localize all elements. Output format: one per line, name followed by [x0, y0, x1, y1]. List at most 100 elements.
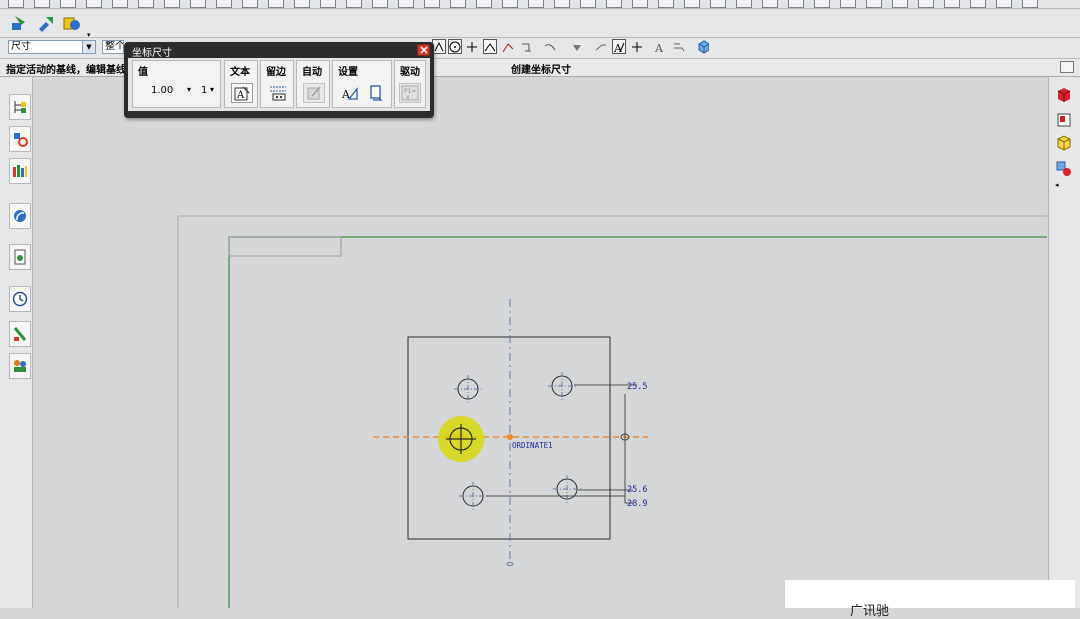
model-view-cube-icon[interactable]	[696, 39, 710, 54]
text-editor-button[interactable]: A	[231, 83, 253, 103]
toolbar-mini-icon[interactable]	[684, 0, 700, 8]
toolbar-mini-icon[interactable]	[814, 0, 830, 8]
selection-scope-select[interactable]: 整个	[102, 40, 124, 54]
toolbar-mini-icon[interactable]	[86, 0, 102, 8]
toolbar-mini-icon[interactable]	[190, 0, 206, 8]
part-navigator-icon[interactable]	[9, 126, 31, 152]
toolbar-mini-icon[interactable]	[736, 0, 752, 8]
toolbar-mini-icon[interactable]	[944, 0, 960, 8]
drawing-canvas[interactable]: 25.5 25.6 28.9 ORDINATE1	[33, 77, 1047, 608]
leader-icon[interactable]	[594, 39, 608, 54]
curve-type-icon[interactable]	[543, 39, 557, 54]
baseline-origin-point	[507, 434, 513, 440]
toolbar-mini-icon[interactable]	[216, 0, 232, 8]
snap-center-icon[interactable]	[448, 39, 462, 54]
assembly-navigator-icon[interactable]	[9, 94, 31, 120]
reuse-library-icon[interactable]	[9, 203, 31, 229]
dim-label-28-9[interactable]: 28.9	[627, 499, 647, 509]
toolbar-mini-icon[interactable]	[866, 0, 882, 8]
projected-view-icon[interactable]	[36, 13, 56, 33]
group-text-label: 文本	[230, 67, 250, 78]
close-icon[interactable]	[417, 44, 430, 56]
toolbar-mini-icon[interactable]	[658, 0, 674, 8]
roles-palette-icon[interactable]	[9, 158, 31, 184]
history-icon[interactable]	[9, 286, 31, 312]
toolbar-mini-icon[interactable]	[528, 0, 544, 8]
toolbar-row-1	[0, 0, 1080, 9]
dim-label-25-5[interactable]: 25.5	[627, 382, 647, 392]
snap-angle-icon[interactable]	[501, 39, 515, 54]
toolbar-mini-icon[interactable]	[892, 0, 908, 8]
sheet-icon[interactable]	[1054, 110, 1074, 130]
toolbar-mini-icon[interactable]	[34, 0, 50, 8]
view-cube-icon[interactable]	[1054, 133, 1074, 153]
toolbar-mini-icon[interactable]	[970, 0, 986, 8]
toolbar-mini-icon[interactable]	[346, 0, 362, 8]
web-browser-icon[interactable]	[9, 244, 31, 270]
process-studio-icon[interactable]	[9, 321, 31, 347]
toolbar-row-2: ▾	[0, 9, 1080, 39]
toolbar-mini-icon[interactable]	[450, 0, 466, 8]
snap-endpoint-icon[interactable]	[432, 39, 446, 54]
reset-settings-button[interactable]	[365, 83, 387, 103]
left-resource-bar	[0, 77, 33, 608]
toolbar-mini-icon[interactable]	[424, 0, 440, 8]
settings-cubes-icon[interactable]	[1054, 159, 1074, 179]
detail-view-icon[interactable]	[61, 13, 81, 33]
toolbar-mini-icon[interactable]	[268, 0, 284, 8]
dimension-filter-select[interactable]: 尺寸 ▼	[8, 40, 96, 54]
value-precision[interactable]: 1.00	[151, 85, 173, 96]
text-style-icon[interactable]: A	[612, 39, 626, 54]
toolbar-mini-icon[interactable]	[788, 0, 804, 8]
render-cube-icon[interactable]	[1054, 85, 1074, 105]
toolbar-mini-icon[interactable]	[112, 0, 128, 8]
toolbar-mini-icon[interactable]	[138, 0, 154, 8]
toolbar-mini-icon[interactable]	[1022, 0, 1038, 8]
toolbar-mini-icon[interactable]	[242, 0, 258, 8]
group-margin: 留边	[260, 60, 294, 108]
ordinate-dimension-popup[interactable]: 坐标尺寸 值 1.00 ▾ 1 ▾ 文本 A 留边 自动 设置 A 驱动 P1=…	[124, 42, 434, 118]
auto-placement-button[interactable]	[303, 83, 325, 103]
toolbar-mini-icon[interactable]	[580, 0, 596, 8]
toolbar-mini-icon[interactable]	[372, 0, 388, 8]
value-precision-dropdown-icon[interactable]: ▾	[187, 85, 191, 94]
crosshair-icon[interactable]	[630, 39, 644, 54]
toolbar-mini-icon[interactable]	[606, 0, 622, 8]
snap-cross-icon[interactable]	[465, 39, 479, 54]
toolbar-mini-icon[interactable]	[502, 0, 518, 8]
insert-view-icon[interactable]	[9, 13, 29, 33]
team-center-icon[interactable]	[9, 353, 31, 379]
dimension-style-icon: A	[341, 87, 358, 101]
toolbar-mini-icon[interactable]	[918, 0, 934, 8]
margin-button[interactable]	[267, 83, 289, 103]
value-decimals[interactable]: 1	[201, 85, 207, 96]
toolbar-mini-icon[interactable]	[320, 0, 336, 8]
toolbar-mini-icon[interactable]	[476, 0, 492, 8]
toolbar-mini-icon[interactable]	[164, 0, 180, 8]
dimension-arrow-icon[interactable]	[570, 39, 584, 54]
toolbar-mini-icon[interactable]	[632, 0, 648, 8]
driving-button[interactable]: P1= x	[399, 83, 421, 103]
group-value-label: 值	[138, 67, 148, 78]
toolbar-mini-icon[interactable]	[996, 0, 1012, 8]
value-decimals-dropdown-icon[interactable]: ▾	[210, 85, 214, 94]
snap-tangent-icon[interactable]	[519, 39, 533, 54]
toolbar-mini-icon[interactable]	[8, 0, 24, 8]
toolbar-mini-icon[interactable]	[398, 0, 414, 8]
dim-label-25-6[interactable]: 25.6	[627, 485, 647, 495]
toolbar-mini-icon[interactable]	[60, 0, 76, 8]
dimension-style-button[interactable]: A	[339, 83, 361, 103]
toolbar-mini-icon[interactable]	[710, 0, 726, 8]
ordinate-origin-label[interactable]: ORDINATE1	[512, 441, 553, 450]
annotation-font-icon[interactable]: A	[653, 39, 667, 54]
toolbar-mini-icon[interactable]	[554, 0, 570, 8]
toolbar-mini-icon[interactable]	[840, 0, 856, 8]
toolbar-mini-icon[interactable]	[294, 0, 310, 8]
group-drive-label: 驱动	[400, 67, 420, 78]
snap-intersection-icon[interactable]	[483, 39, 497, 54]
watermark-panel	[785, 580, 1075, 608]
chevron-left-icon[interactable]: ◂	[1055, 181, 1059, 189]
fit-view-icon[interactable]	[1060, 61, 1074, 73]
annotation-settings-icon[interactable]	[672, 39, 686, 54]
toolbar-mini-icon[interactable]	[762, 0, 778, 8]
